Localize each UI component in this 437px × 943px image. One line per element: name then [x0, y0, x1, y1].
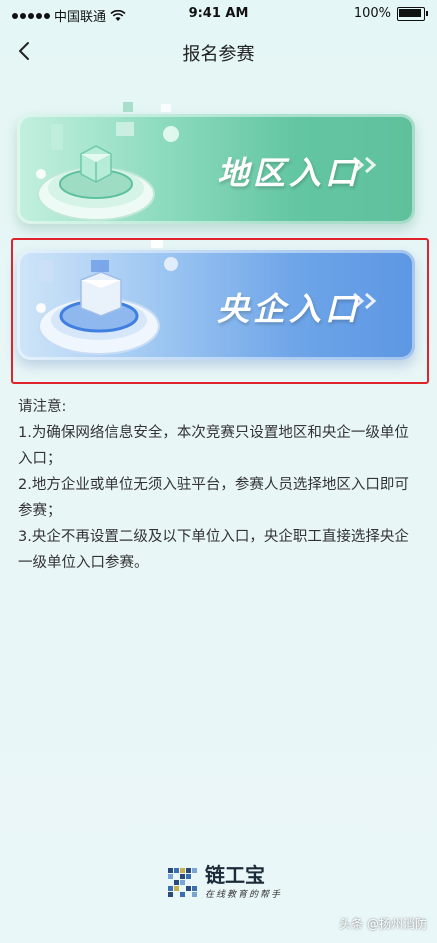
- logo-slogan: 在线教育的帮手: [205, 890, 283, 900]
- status-right: 100%: [353, 6, 428, 21]
- notes-section: 请注意: 1.为确保网络信息安全，本次竞赛只设置地区和央企一级单位入口； 2.地…: [18, 394, 418, 576]
- note-item: 3.央企不再设置二级及以下单位入口，央企职工直接选择央企一级单位入口参赛。: [18, 529, 409, 571]
- double-chevron-right-icon: [353, 156, 377, 174]
- page-title: 报名参赛: [182, 44, 255, 65]
- battery-icon: [397, 6, 428, 21]
- watermark: 头条 @扬州消防: [339, 917, 427, 931]
- region-entry-label: 地区入口: [217, 154, 362, 192]
- highlight-frame: [11, 238, 429, 384]
- battery-percent: 100%: [353, 6, 391, 21]
- pixel-logo-icon: [168, 867, 197, 897]
- region-platform-illustration: [36, 102, 179, 221]
- brand-logo: 链工宝 在线教育的帮手: [168, 865, 282, 900]
- region-entry-card[interactable]: 地区入口: [17, 102, 415, 224]
- note-item: 1.为确保网络信息安全，本次竞赛只设置地区和央企一级单位入口；: [18, 425, 409, 467]
- logo-name: 链工宝: [205, 863, 265, 887]
- nav-bar: 报名参赛: [0, 30, 437, 74]
- notes-heading: 请注意:: [18, 399, 67, 415]
- note-item: 2.地方企业或单位无须入驻平台，参赛人员选择地区入口即可参赛；: [18, 477, 409, 519]
- logo-text-group: 链工宝 在线教育的帮手: [205, 865, 282, 900]
- status-bar: 中国联通 9:41 AM 100%: [0, 0, 437, 28]
